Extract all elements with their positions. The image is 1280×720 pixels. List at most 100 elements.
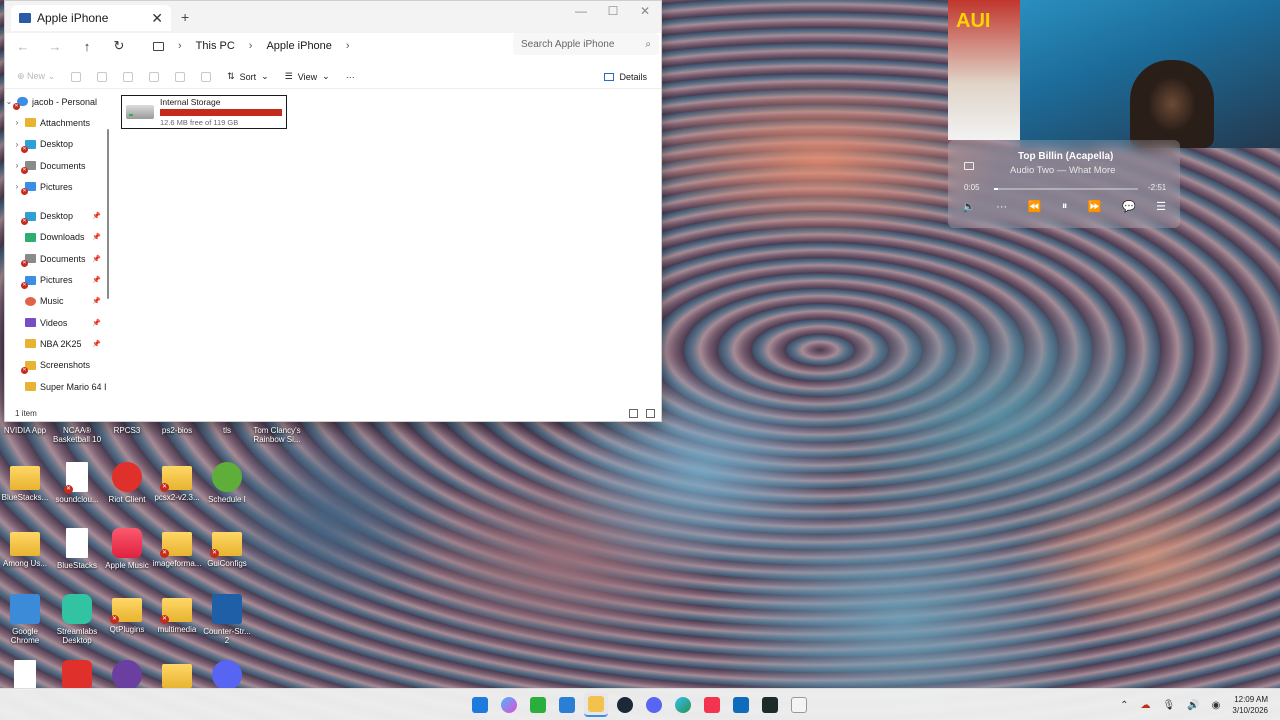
sidebar-item-music[interactable]: Music 📌 bbox=[5, 291, 109, 312]
refresh-button[interactable]: ↻ bbox=[111, 38, 127, 54]
taskbar-streamlabs[interactable] bbox=[758, 693, 782, 717]
microphone-icon[interactable]: 🎙 bbox=[1163, 700, 1176, 711]
forward-button[interactable]: → bbox=[47, 39, 63, 54]
pin-icon[interactable]: 📌 bbox=[92, 319, 101, 327]
chevron-down-icon[interactable]: ⌄ bbox=[5, 97, 13, 106]
taskbar-steam[interactable] bbox=[613, 693, 637, 717]
volume-icon[interactable]: 🔈 bbox=[962, 200, 976, 213]
desktop-icon-imageformats[interactable]: ✕ imageforma... bbox=[152, 528, 202, 568]
search-input[interactable]: Search Apple iPhone ⌕ bbox=[513, 33, 659, 55]
details-button[interactable]: Details bbox=[604, 65, 647, 89]
sidebar-scrollbar[interactable] bbox=[107, 129, 109, 299]
desktop-icon-counter-strike[interactable]: Counter-Str... 2 bbox=[202, 594, 252, 645]
chevron-right-icon[interactable]: › bbox=[13, 140, 21, 149]
sidebar-item-nba-2k25[interactable]: NBA 2K25 📌 bbox=[5, 333, 109, 354]
desktop-icon-among-us[interactable]: Among Us... bbox=[0, 528, 50, 568]
start-button[interactable] bbox=[468, 693, 492, 717]
desktop-icon-riot-client[interactable]: Riot Client bbox=[102, 462, 152, 504]
sidebar-item-desktop-cloud[interactable]: › ✕ Desktop bbox=[5, 134, 109, 155]
desktop-icon-nvidia-app[interactable]: NVIDIA App bbox=[0, 426, 50, 435]
desktop-icon-apple-music[interactable]: Apple Music bbox=[102, 528, 152, 570]
view-button[interactable]: ☰ View ⌄ bbox=[285, 71, 330, 82]
sidebar-item-videos[interactable]: Videos 📌 bbox=[5, 312, 109, 333]
sidebar-item-pictures[interactable]: ✕ Pictures 📌 bbox=[5, 269, 109, 290]
chevron-right-icon[interactable]: › bbox=[13, 118, 21, 127]
wifi-icon[interactable]: ◉ bbox=[1212, 700, 1221, 711]
taskbar-outlook[interactable] bbox=[729, 693, 753, 717]
fast-forward-icon[interactable]: ⏩ bbox=[1088, 200, 1102, 213]
copy-icon[interactable] bbox=[97, 71, 108, 82]
new-tab-button[interactable]: + bbox=[181, 9, 189, 25]
pin-icon[interactable]: 📌 bbox=[92, 297, 101, 305]
desktop-icon-ps2-bios[interactable]: ps2-bios bbox=[152, 426, 202, 435]
taskbar-file-explorer[interactable] bbox=[584, 693, 608, 717]
paste-icon[interactable] bbox=[123, 71, 134, 82]
chevron-right-icon[interactable]: › bbox=[178, 40, 182, 52]
maximize-button[interactable]: ☐ bbox=[597, 1, 629, 23]
taskbar-copilot[interactable] bbox=[497, 693, 521, 717]
desktop-icon-folder[interactable] bbox=[152, 660, 202, 691]
desktop-icon-streamlabs[interactable]: Streamlabs Desktop bbox=[52, 594, 102, 645]
desktop-icon-bluestacks[interactable]: BlueStacks bbox=[52, 528, 102, 570]
breadcrumb-this-pc[interactable]: This PC bbox=[196, 40, 235, 52]
details-view-icon[interactable] bbox=[629, 409, 638, 418]
sidebar-item-desktop[interactable]: ✕ Desktop 📌 bbox=[5, 205, 109, 226]
sidebar-item-super-mario[interactable]: Super Mario 64 I bbox=[5, 376, 109, 397]
sort-button[interactable]: ⇅ Sort ⌄ bbox=[227, 71, 269, 82]
chevron-right-icon[interactable]: › bbox=[13, 182, 21, 191]
up-button[interactable]: ↑ bbox=[79, 39, 95, 54]
share-icon[interactable] bbox=[175, 71, 186, 82]
taskbar-notepad[interactable] bbox=[787, 693, 811, 717]
taskbar-apple-music[interactable] bbox=[700, 693, 724, 717]
desktop-icon-rpcs3[interactable]: RPCS3 bbox=[102, 426, 152, 435]
rename-icon[interactable] bbox=[149, 71, 160, 82]
taskbar-xbox[interactable] bbox=[526, 693, 550, 717]
pin-icon[interactable]: 📌 bbox=[92, 340, 101, 348]
sidebar-item-documents-cloud[interactable]: › ✕ Documents bbox=[5, 155, 109, 176]
desktop-icon-ncaa-basketball[interactable]: NCAA® Basketball 10 bbox=[52, 426, 102, 444]
chevron-right-icon[interactable]: › bbox=[13, 161, 21, 170]
desktop-icon-guiconfigs[interactable]: ✕ GuiConfigs bbox=[202, 528, 252, 568]
lyrics-icon[interactable]: 💬 bbox=[1122, 200, 1136, 213]
desktop-icon-qtplugins[interactable]: ✕ QtPlugins bbox=[102, 594, 152, 634]
tab-apple-iphone[interactable]: Apple iPhone ✕ bbox=[11, 5, 171, 31]
cast-icon[interactable] bbox=[964, 162, 974, 170]
pin-icon[interactable]: 📌 bbox=[92, 276, 101, 284]
cut-icon[interactable] bbox=[71, 71, 82, 82]
rewind-icon[interactable]: ⏪ bbox=[1028, 200, 1042, 213]
desktop-icon-pcsx2[interactable]: ✕ pcsx2-v2.3... bbox=[152, 462, 202, 502]
sidebar-item-onedrive[interactable]: ⌄ ✕ jacob - Personal bbox=[5, 91, 109, 112]
desktop-icon-google-chrome[interactable]: Google Chrome bbox=[0, 594, 50, 645]
chevron-up-icon[interactable]: ⌃ bbox=[1120, 700, 1128, 711]
onedrive-error-icon[interactable]: ☁ bbox=[1141, 700, 1151, 711]
volume-icon[interactable]: 🔊 bbox=[1187, 700, 1199, 711]
taskbar-discord[interactable] bbox=[642, 693, 666, 717]
taskbar-edge[interactable] bbox=[671, 693, 695, 717]
tiles-view-icon[interactable] bbox=[646, 409, 655, 418]
desktop-icon-bluestacks-folder[interactable]: BlueStacks... bbox=[0, 462, 50, 502]
close-tab-icon[interactable]: ✕ bbox=[151, 10, 163, 27]
breadcrumb-apple-iphone[interactable]: Apple iPhone bbox=[266, 40, 331, 52]
desktop-icon-soundcloud[interactable]: ✕ soundclou... bbox=[52, 462, 102, 504]
pin-icon[interactable]: 📌 bbox=[92, 233, 101, 241]
new-button[interactable]: ⊕ New ⌄ bbox=[17, 71, 55, 82]
pause-icon[interactable]: ⏸ bbox=[1062, 200, 1068, 213]
delete-icon[interactable] bbox=[201, 71, 212, 82]
internal-storage-drive[interactable]: Internal Storage 12.6 MB free of 119 GB bbox=[121, 95, 287, 129]
sidebar-item-attachments[interactable]: › Attachments bbox=[5, 112, 109, 133]
more-icon[interactable]: ··· bbox=[996, 201, 1007, 213]
close-window-button[interactable]: ✕ bbox=[629, 1, 661, 23]
desktop-icon-tls[interactable]: tls bbox=[202, 426, 252, 435]
back-button[interactable]: ← bbox=[15, 39, 31, 54]
queue-icon[interactable]: ☰ bbox=[1156, 200, 1166, 213]
pin-icon[interactable]: 📌 bbox=[92, 255, 101, 263]
desktop-icon-multimedia[interactable]: ✕ multimedia bbox=[152, 594, 202, 634]
more-options-button[interactable]: ··· bbox=[346, 72, 355, 82]
clock[interactable]: 12:09 AM 3/10/2026 bbox=[1232, 694, 1268, 716]
chevron-right-icon[interactable]: › bbox=[346, 40, 350, 52]
sidebar-item-downloads[interactable]: Downloads 📌 bbox=[5, 227, 109, 248]
taskbar-store[interactable] bbox=[555, 693, 579, 717]
pin-icon[interactable]: 📌 bbox=[92, 212, 101, 220]
seek-bar[interactable] bbox=[994, 188, 1138, 190]
minimize-button[interactable]: — bbox=[565, 1, 597, 23]
